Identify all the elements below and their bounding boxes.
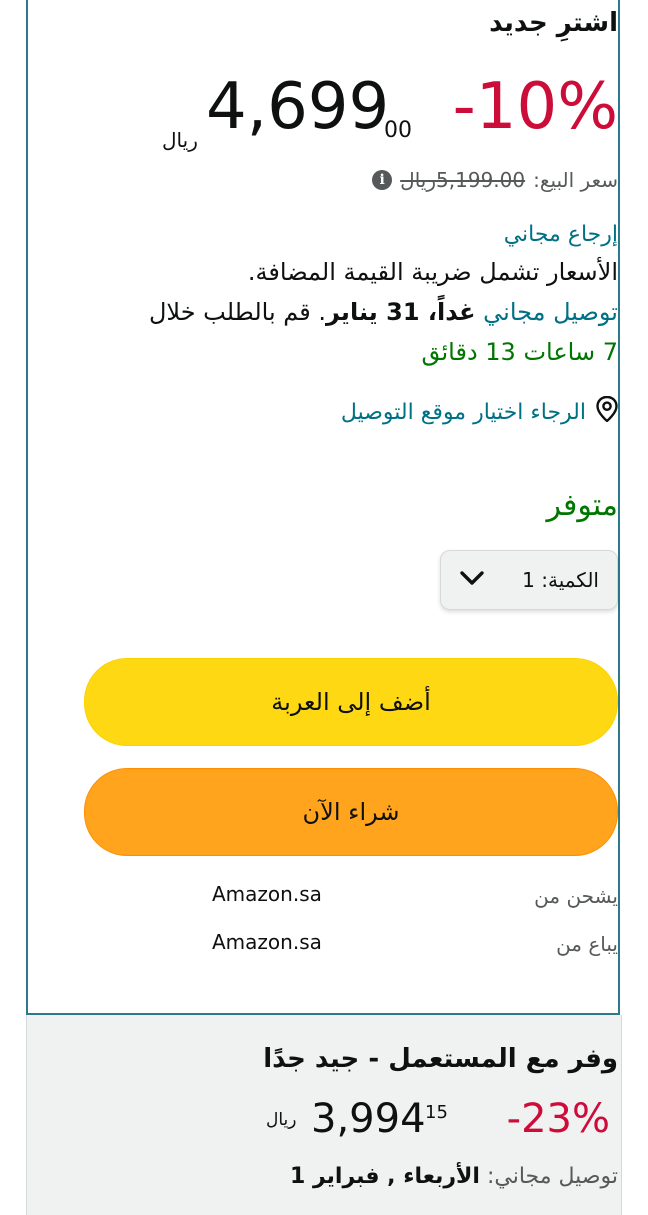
buy-now-button[interactable]: شراء الآن (84, 768, 618, 856)
was-price-label: سعر البيع: (533, 168, 618, 192)
sold-by-label: يباع من (556, 932, 618, 956)
used-delivery-label: توصيل مجاني: (486, 1164, 618, 1189)
used-delivery-line: توصيل مجاني: الأربعاء , فبراير 1 (290, 1164, 618, 1189)
price-currency: ريال (162, 128, 198, 152)
delivery-date: غداً، 31 يناير (326, 298, 476, 326)
availability-status: متوفر (546, 488, 618, 523)
delivery-location-link[interactable]: الرجاء اختيار موقع التوصيل (340, 395, 618, 428)
discount-percent: -10% (452, 70, 618, 144)
used-price-currency: ريال (266, 1110, 297, 1130)
quantity-label: الكمية: 1 (522, 568, 599, 592)
price-whole: 4,699 (206, 70, 390, 144)
location-text: الرجاء اختيار موقع التوصيل (340, 399, 586, 425)
delivery-line: توصيل مجاني غداً، 31 يناير. قم بالطلب خل… (149, 298, 618, 326)
ships-from-label: يشحن من (534, 884, 618, 908)
quantity-dropdown[interactable]: الكمية: 1 (440, 550, 618, 610)
buy-new-title: اشترِ جديد (489, 8, 618, 38)
add-to-cart-label: أضف إلى العربة (271, 688, 431, 716)
location-pin-icon (596, 395, 618, 428)
used-offer-title: وفر مع المستعمل - جيد جدًا (263, 1044, 618, 1074)
was-price: 5,199.00ريال (400, 168, 526, 192)
buy-new-card (26, 0, 620, 1015)
add-to-cart-button[interactable]: أضف إلى العربة (84, 658, 618, 746)
ships-from-value: Amazon.sa (212, 882, 322, 906)
order-within-label: . قم بالطلب خلال (148, 298, 326, 326)
used-discount-percent: -23% (506, 1096, 610, 1142)
sold-by-value[interactable]: Amazon.sa (212, 930, 322, 954)
used-price-whole: 3,994 (311, 1096, 426, 1142)
vat-note: الأسعار تشمل ضريبة القيمة المضافة. (247, 258, 618, 286)
free-return-link[interactable]: إرجاع مجاني (504, 222, 618, 247)
order-countdown: 7 ساعات 13 دقائق (421, 338, 618, 366)
used-price-fraction: 15 (425, 1102, 448, 1123)
buy-now-label: شراء الآن (302, 798, 400, 826)
used-delivery-date: الأربعاء , فبراير 1 (289, 1164, 480, 1189)
chevron-down-icon (459, 568, 485, 592)
free-delivery-link[interactable]: توصيل مجاني (483, 298, 618, 326)
info-icon[interactable]: i (372, 170, 393, 190)
price-fraction: 00 (384, 118, 412, 143)
was-price-row: سعر البيع: 5,199.00ريال i (372, 168, 618, 192)
